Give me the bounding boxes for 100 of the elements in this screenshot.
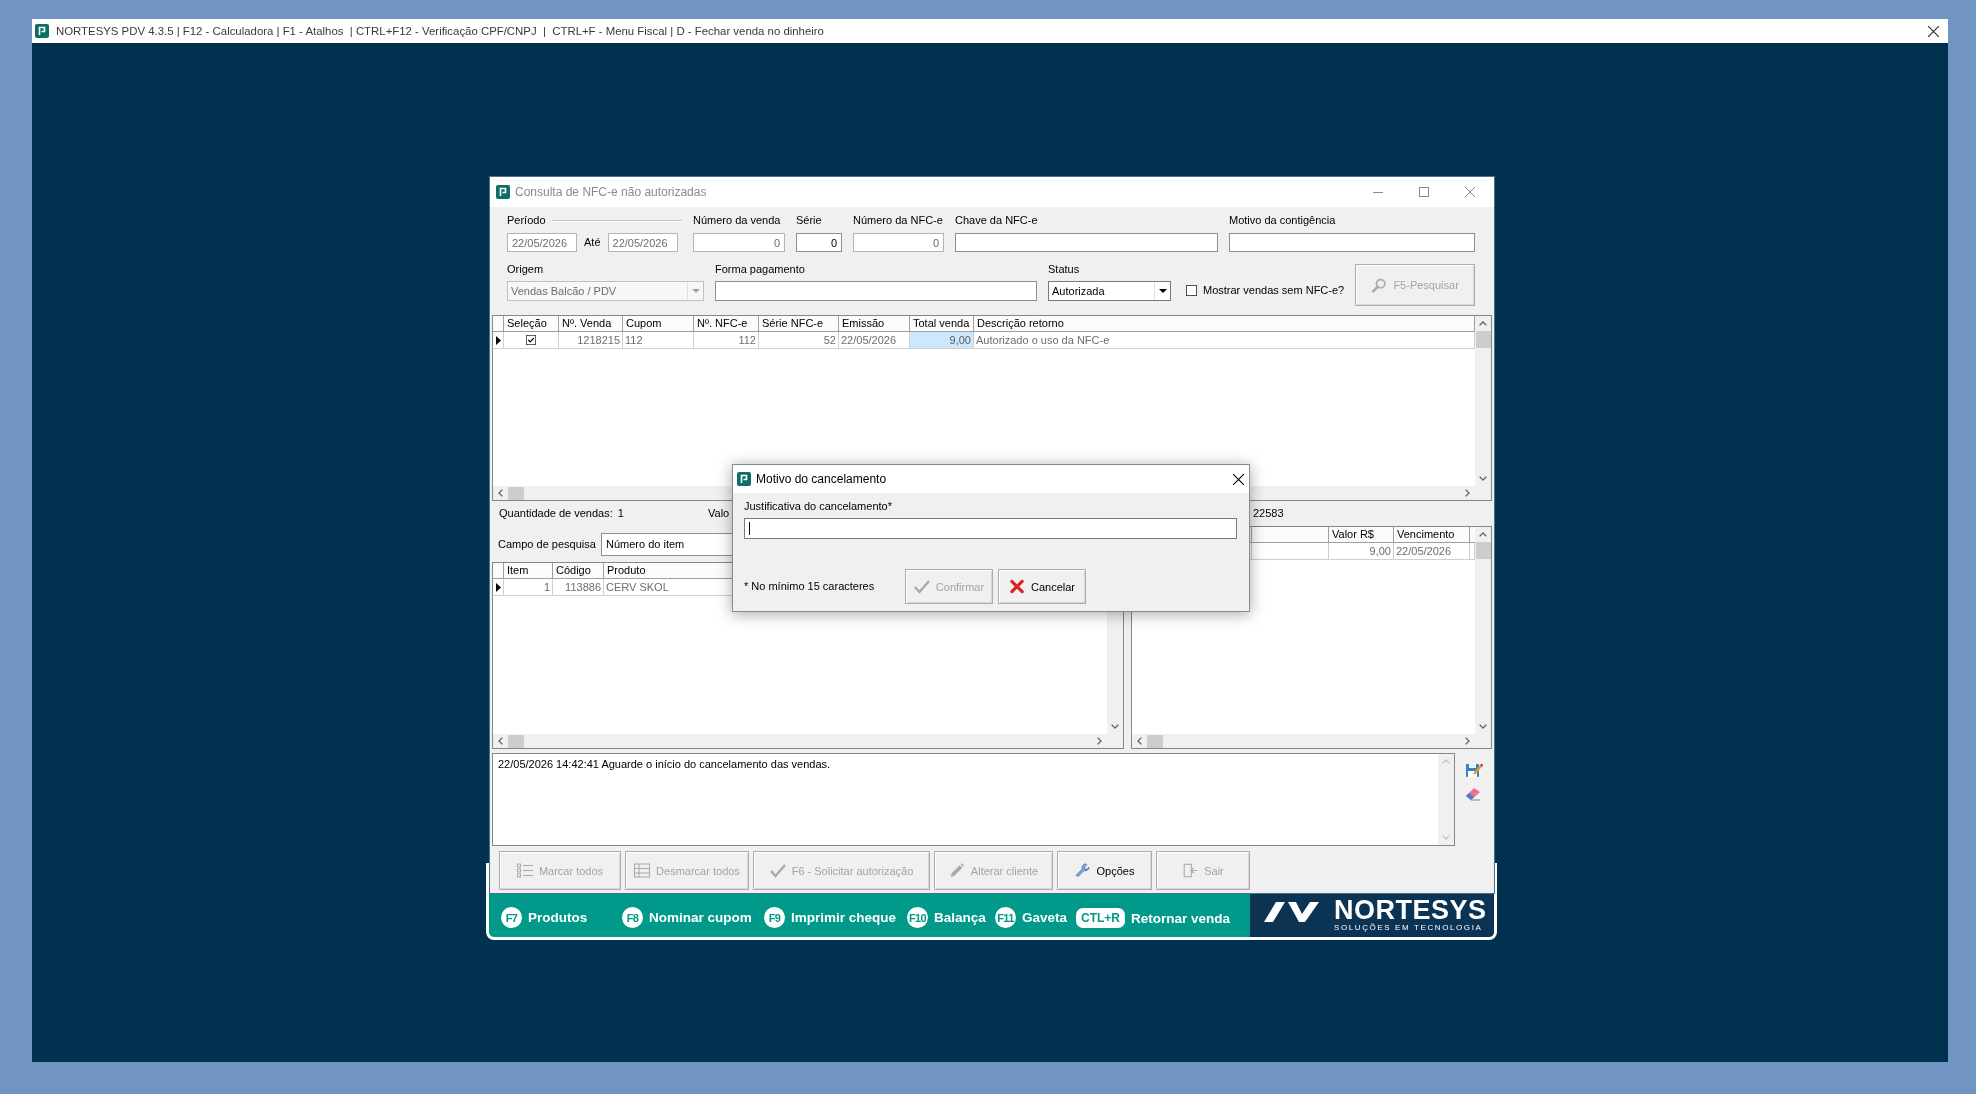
chevron-up-icon[interactable] [1479, 532, 1487, 537]
shortcut-label[interactable]: Gaveta [1022, 910, 1068, 925]
column-header[interactable] [1470, 527, 1475, 543]
field-label: Número da NFC-e [853, 214, 944, 227]
shortcut-key: F8 [622, 907, 643, 928]
chevron-down-icon[interactable] [1111, 724, 1119, 729]
field-label: Forma pagamento [715, 263, 806, 276]
scrollbar-thumb[interactable] [1475, 331, 1491, 348]
column-header[interactable]: Total venda [910, 316, 974, 332]
table-cell: 22/05/2026 [1394, 543, 1470, 560]
justification-field[interactable] [744, 518, 1237, 539]
column-header[interactable]: Cupom [623, 316, 694, 332]
column-header[interactable]: Nº. NFC-e [694, 316, 759, 332]
dialog-title: Motivo do cancelamento [756, 472, 887, 486]
shortcut-label[interactable]: Nominar cupom [649, 910, 752, 925]
nfce-key-field[interactable] [955, 233, 1218, 252]
action-button[interactable]: Opções [1057, 851, 1152, 890]
scrollbar-thumb[interactable] [508, 486, 524, 500]
table-cell: 113886 [553, 579, 604, 596]
chevron-right-icon[interactable] [1097, 737, 1102, 745]
shortcut-label[interactable]: Balança [934, 910, 986, 925]
scrollbar-thumb[interactable] [508, 734, 524, 748]
horizontal-scrollbar[interactable] [493, 734, 1107, 748]
payment-method-field[interactable] [715, 281, 1037, 301]
close-icon[interactable] [1928, 25, 1939, 37]
wrench-icon [1074, 863, 1091, 878]
field-label: Até [584, 236, 601, 249]
shortcut-key: F10 [907, 907, 928, 928]
hint-text: * No mínimo 15 caracteres [744, 580, 876, 593]
field-label: Chave da NFC-e [955, 214, 1039, 227]
chevron-up-icon[interactable] [1479, 321, 1487, 326]
table-cell: 112 [694, 332, 759, 349]
scrollbar-thumb[interactable] [1475, 542, 1491, 559]
shortcut-key: F7 [501, 907, 522, 928]
chevron-left-icon[interactable] [498, 737, 503, 745]
contingency-reason-field[interactable] [1229, 233, 1475, 252]
checklist-icon [516, 863, 533, 878]
sales-count: 1 [617, 507, 624, 520]
check-icon [913, 579, 930, 594]
shortcut-label[interactable]: Produtos [528, 910, 588, 925]
series-field[interactable]: 0 [796, 233, 842, 252]
column-header[interactable]: Emissão [839, 316, 910, 332]
dialog-button[interactable]: Cancelar [998, 569, 1086, 604]
field-label: Motivo da contigência [1229, 214, 1337, 227]
column-header[interactable]: Descrição retorno [974, 316, 1475, 332]
app-logo-icon [35, 24, 49, 38]
column-header[interactable]: Valor R$ [1329, 527, 1394, 543]
sales-count-label: Quantidade de vendas: [499, 507, 613, 520]
shortcut-label[interactable]: Imprimir cheque [791, 910, 897, 925]
table-cell: 9,00 [1329, 543, 1394, 560]
field-label: Período [507, 214, 546, 227]
maximize-icon[interactable] [1419, 187, 1429, 197]
table-cell: Autorizado o uso da NFC-e [974, 332, 1475, 349]
app-logo-icon [737, 472, 751, 486]
column-header[interactable]: Vencimento [1394, 527, 1470, 543]
summary-text: 22583 [1253, 507, 1285, 520]
brand-name: NORTESYS [1334, 898, 1487, 922]
shortcut-key: F11 [995, 907, 1016, 928]
column-header[interactable] [1252, 527, 1329, 543]
column-header[interactable]: Item [504, 563, 553, 579]
brand-tagline: SOLUÇÕES EM TECNOLOGIA [1334, 922, 1484, 933]
chevron-down-icon[interactable] [1479, 724, 1487, 729]
table-cell: 1218215 [559, 332, 623, 349]
column-header[interactable]: Código [553, 563, 604, 579]
eraser-icon[interactable] [1464, 786, 1483, 802]
shortcut-label[interactable]: Retornar venda [1131, 910, 1231, 926]
column-header[interactable]: Seleção [504, 316, 559, 332]
field-label: Justificativa do cancelamento* [744, 500, 893, 513]
status-dropdown[interactable]: Autorizada [1048, 281, 1171, 301]
horizontal-scrollbar[interactable] [1132, 734, 1475, 748]
field-label: Número da venda [693, 214, 782, 227]
brand-logo-icon [1262, 900, 1322, 924]
checkbox[interactable] [1186, 285, 1197, 296]
chevron-right-icon[interactable] [1465, 737, 1470, 745]
table-cell: 52 [759, 332, 839, 349]
shortcut-key: F9 [764, 907, 785, 928]
close-icon[interactable] [1233, 473, 1244, 485]
vertical-scrollbar[interactable] [1475, 527, 1491, 734]
scrollbar-thumb[interactable] [1147, 734, 1163, 748]
column-header[interactable]: Série NFC-e [759, 316, 839, 332]
chevron-left-icon[interactable] [1137, 737, 1142, 745]
chevron-left-icon[interactable] [498, 489, 503, 497]
dialog-title: Consulta de NFC-e não autorizadas [515, 185, 707, 199]
table-cell-text: CERV SKOL [606, 580, 669, 595]
chevron-down-icon[interactable] [1479, 476, 1487, 481]
check-icon [769, 863, 786, 878]
summary-label: Valo [708, 507, 731, 520]
pencil-icon [948, 863, 965, 878]
table-cell: 112 [623, 332, 694, 349]
column-header[interactable]: Nº. Venda [559, 316, 623, 332]
shortcut-key: CTL+R [1076, 908, 1125, 928]
floppy-pencil-icon[interactable] [1464, 762, 1483, 778]
search-field-input[interactable]: Número do item [601, 532, 733, 556]
window-title: NORTESYS PDV 4.3.5 | F12 - Calculadora | F1 - Atalhos | CTRL+F12 - Verificação CPF/CNPJ | CTRL+F - Menu Fiscal | D - Fechar venda no dinheiro [56, 25, 824, 37]
chevron-right-icon[interactable] [1465, 489, 1470, 497]
column-header[interactable]: Produto [607, 564, 646, 576]
table-cell: 1 [504, 579, 553, 596]
vertical-scrollbar[interactable] [1475, 316, 1491, 486]
checkbox[interactable] [526, 335, 536, 345]
table-icon [634, 863, 651, 878]
